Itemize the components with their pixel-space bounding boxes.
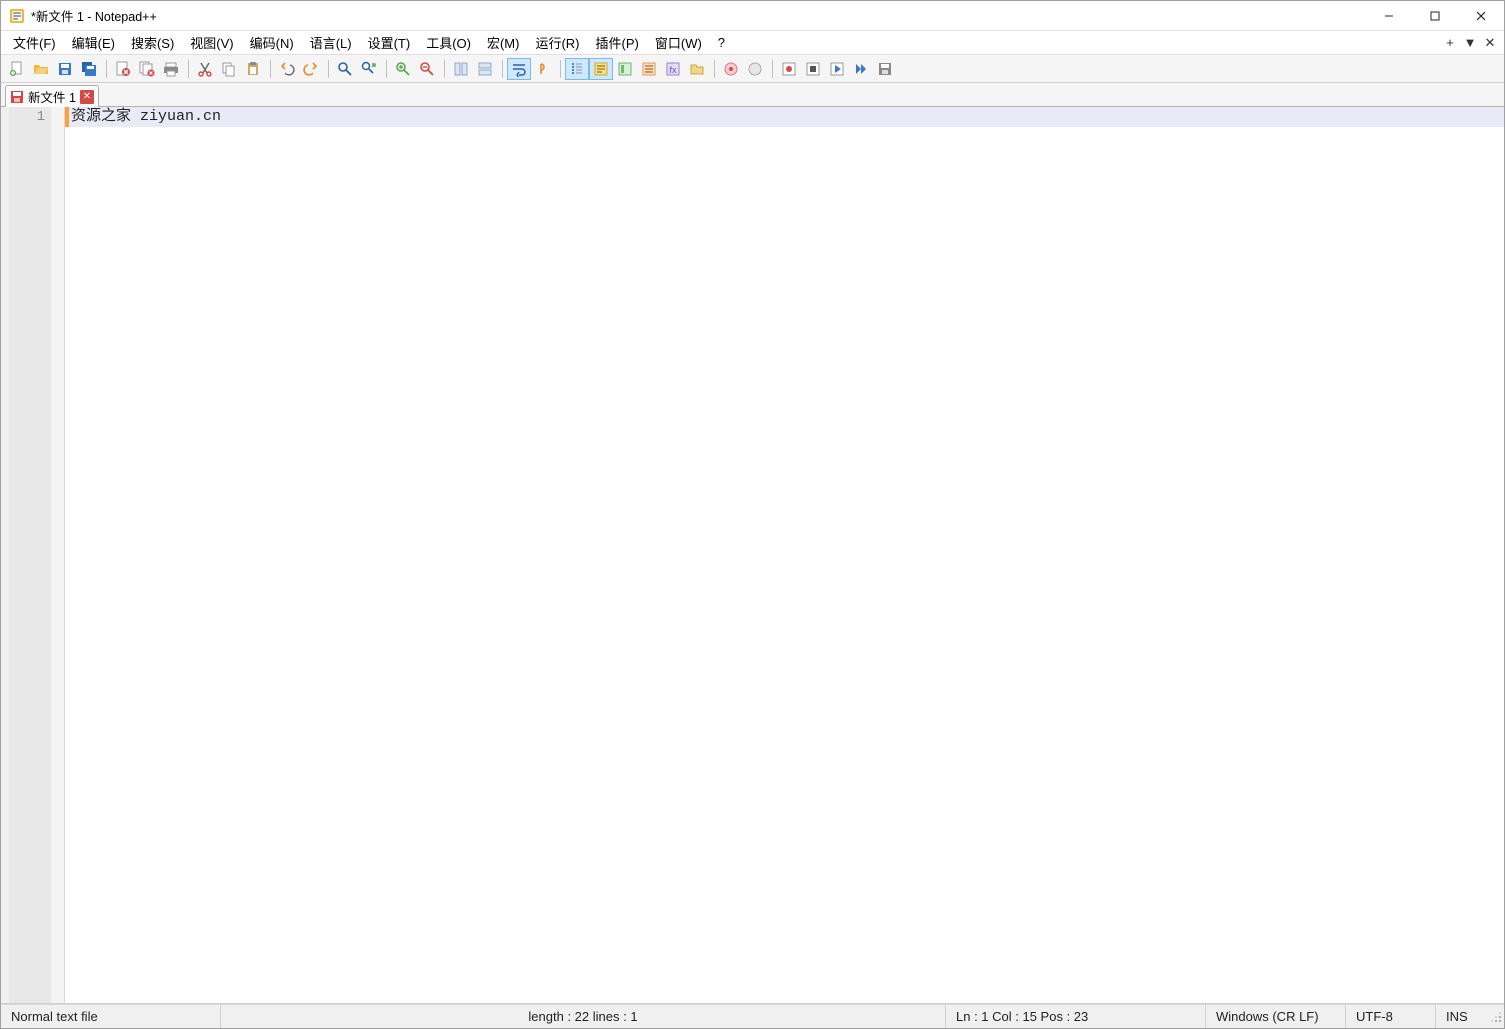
tabbar: 新文件 1 ✕ [1,83,1504,107]
save-macro-button[interactable] [873,58,897,80]
function-list-button[interactable]: fx [661,58,685,80]
paste-button[interactable] [241,58,265,80]
print-button[interactable] [159,58,183,80]
new-file-button[interactable] [5,58,29,80]
menu-help[interactable]: ? [710,33,733,52]
menu-settings[interactable]: 设置(T) [360,31,419,54]
app-window: *新文件 1 - Notepad++ 文件(F) 编辑(E) 搜索(S) 视图(… [0,0,1505,1029]
fold-gutter[interactable] [51,107,65,1003]
status-filetype: Normal text file [1,1005,221,1028]
copy-button[interactable] [217,58,241,80]
open-file-button[interactable] [29,58,53,80]
statusbar: Normal text file length : 22 lines : 1 L… [1,1004,1504,1028]
editor-area: 1 资源之家 ziyuan.cn [1,107,1504,1004]
monitoring-button[interactable] [719,58,743,80]
close-button[interactable] [1458,1,1504,31]
word-wrap-button[interactable] [507,58,531,80]
menubar: 文件(F) 编辑(E) 搜索(S) 视图(V) 编码(N) 语言(L) 设置(T… [1,31,1504,55]
menu-search[interactable]: 搜索(S) [123,31,182,54]
toolbar: fx [1,55,1504,83]
editor-margin [1,107,9,1003]
indent-guide-button[interactable] [565,58,589,80]
cut-button[interactable] [193,58,217,80]
save-button[interactable] [53,58,77,80]
minimize-button[interactable] [1366,1,1412,31]
menu-macro[interactable]: 宏(M) [479,31,528,54]
tab-file-1[interactable]: 新文件 1 ✕ [5,85,99,107]
menu-file[interactable]: 文件(F) [5,31,64,54]
zoom-in-button[interactable] [391,58,415,80]
close-file-button[interactable] [111,58,135,80]
tab-label: 新文件 1 [28,87,76,106]
monitoring-off-button[interactable] [743,58,767,80]
undo-button[interactable] [275,58,299,80]
tab-close-button[interactable]: ✕ [80,90,94,104]
status-encoding[interactable]: UTF-8 [1346,1005,1436,1028]
app-icon [9,8,25,24]
svg-text:fx: fx [669,65,677,75]
menu-tools[interactable]: 工具(O) [418,31,479,54]
menu-encoding[interactable]: 编码(N) [242,31,302,54]
menu-window[interactable]: 窗口(W) [647,31,710,54]
line-number-gutter[interactable]: 1 [9,107,51,1003]
zoom-out-button[interactable] [415,58,439,80]
stop-macro-button[interactable] [801,58,825,80]
window-title: *新文件 1 - Notepad++ [31,6,1366,25]
resize-grip-icon[interactable] [1486,1009,1504,1025]
text-editor[interactable]: 资源之家 ziyuan.cn [69,107,1504,1003]
titlebar[interactable]: *新文件 1 - Notepad++ [1,1,1504,31]
status-length-lines: length : 22 lines : 1 [221,1005,946,1028]
maximize-button[interactable] [1412,1,1458,31]
status-position: Ln : 1 Col : 15 Pos : 23 [946,1005,1206,1028]
menubar-dropdown-button[interactable]: ▼ [1460,35,1480,50]
sync-vscroll-button[interactable] [449,58,473,80]
menu-edit[interactable]: 编辑(E) [64,31,123,54]
menu-run[interactable]: 运行(R) [527,31,587,54]
find-button[interactable] [333,58,357,80]
doc-map-button[interactable] [613,58,637,80]
user-lang-button[interactable] [589,58,613,80]
menubar-add-button[interactable]: + [1440,35,1460,50]
menu-view[interactable]: 视图(V) [182,31,241,54]
editor-line[interactable]: 资源之家 ziyuan.cn [69,107,1504,127]
menu-plugins[interactable]: 插件(P) [588,31,647,54]
status-eol[interactable]: Windows (CR LF) [1206,1005,1346,1028]
menu-language[interactable]: 语言(L) [302,31,360,54]
replace-button[interactable] [357,58,381,80]
sync-hscroll-button[interactable] [473,58,497,80]
save-unsaved-icon [10,90,24,104]
close-all-button[interactable] [135,58,159,80]
doc-list-button[interactable] [637,58,661,80]
play-macro-multi-button[interactable] [849,58,873,80]
redo-button[interactable] [299,58,323,80]
menubar-close-button[interactable]: ✕ [1480,35,1500,51]
record-macro-button[interactable] [777,58,801,80]
show-all-chars-button[interactable] [531,58,555,80]
play-macro-button[interactable] [825,58,849,80]
line-number: 1 [9,107,45,127]
folder-workspace-button[interactable] [685,58,709,80]
status-insert-mode[interactable]: INS [1436,1005,1486,1028]
save-all-button[interactable] [77,58,101,80]
